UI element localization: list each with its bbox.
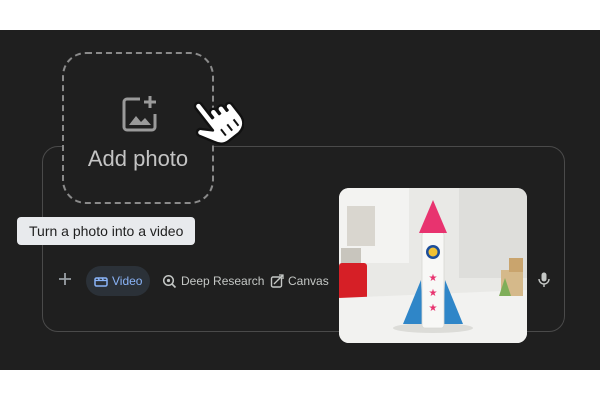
- canvas-label: Canvas: [288, 274, 329, 288]
- hand-pointer-cursor-icon: [193, 101, 244, 145]
- microphone-icon[interactable]: [537, 272, 551, 288]
- video-chip[interactable]: Video: [86, 266, 150, 296]
- add-image-icon: [122, 96, 157, 132]
- video-chip-label: Video: [112, 274, 143, 288]
- rocket-photo: ★ ★ ★: [339, 188, 527, 343]
- plus-icon[interactable]: [56, 270, 74, 288]
- clapperboard-icon: [94, 277, 108, 287]
- dark-stage: Add photo Turn a photo into a video Vide…: [0, 30, 600, 370]
- svg-text:★: ★: [429, 303, 438, 314]
- svg-text:★: ★: [429, 273, 438, 284]
- canvas-icon: [270, 274, 284, 288]
- tooltip: Turn a photo into a video: [17, 217, 196, 245]
- deep-research-icon: [162, 274, 177, 289]
- deep-research-label: Deep Research: [181, 274, 265, 288]
- svg-text:★: ★: [429, 288, 438, 299]
